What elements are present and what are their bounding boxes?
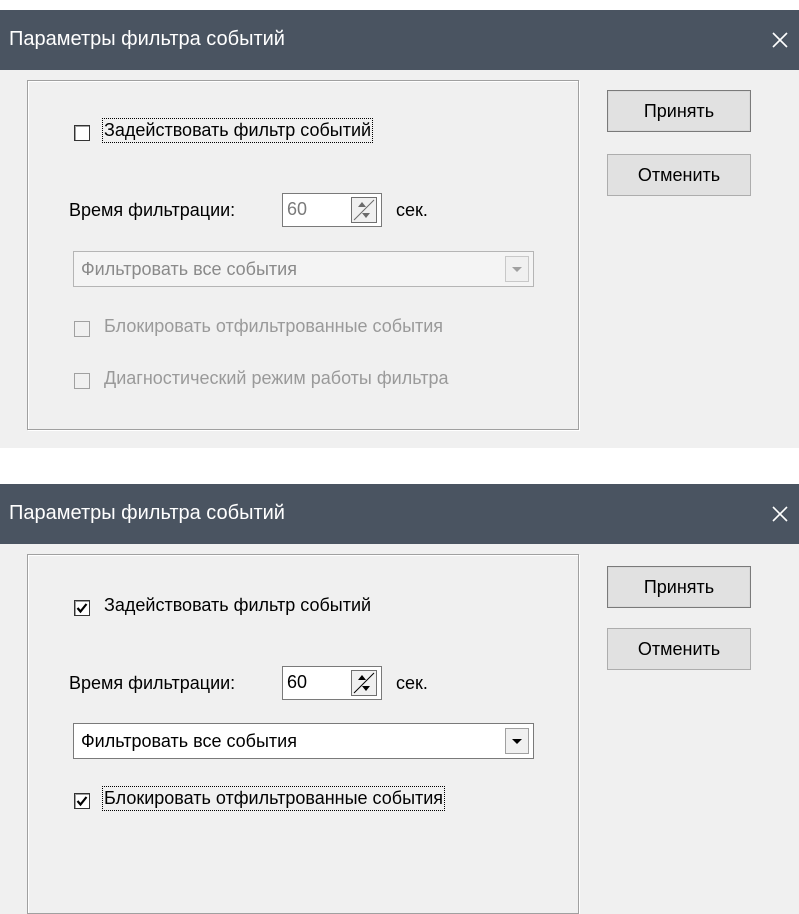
close-icon[interactable] — [761, 22, 799, 58]
close-icon[interactable] — [761, 496, 799, 532]
enable-filter-checkbox[interactable] — [74, 600, 90, 616]
block-filtered-label[interactable]: Блокировать отфильтрованные события — [101, 786, 446, 811]
dialog-title: Параметры фильтра событий — [9, 502, 285, 524]
filter-mode-value: Фильтровать все события — [81, 731, 297, 751]
filter-time-label: Время фильтрации: — [69, 673, 236, 693]
enable-filter-label[interactable]: Задействовать фильтр событий — [101, 118, 374, 143]
dialog-title: Параметры фильтра событий — [9, 28, 285, 50]
filter-time-value: 60 — [287, 199, 308, 219]
diagnostic-mode-checkbox[interactable] — [74, 373, 90, 389]
check-icon — [76, 603, 88, 614]
filter-time-value: 60 — [287, 672, 308, 692]
spin-arrows-icon[interactable] — [351, 197, 377, 223]
accept-button[interactable]: Принять — [607, 90, 751, 132]
filter-mode-select[interactable]: Фильтровать все события — [73, 723, 534, 759]
dropdown-arrow-icon[interactable] — [505, 728, 529, 754]
filter-mode-select[interactable]: Фильтровать все события — [73, 251, 534, 287]
accept-button[interactable]: Принять — [607, 566, 751, 608]
check-icon — [76, 796, 88, 807]
enable-filter-label[interactable]: Задействовать фильтр событий — [104, 595, 371, 616]
enable-filter-checkbox[interactable] — [74, 125, 90, 141]
cancel-button[interactable]: Отменить — [607, 628, 751, 670]
title-bar: Параметры фильтра событий — [0, 10, 799, 70]
filter-time-unit: сек. — [396, 200, 428, 220]
filter-time-unit: сек. — [396, 673, 428, 693]
block-filtered-checkbox[interactable] — [74, 321, 90, 337]
diagnostic-mode-label: Диагностический режим работы фильтра — [104, 368, 449, 388]
filter-settings-dialog-enabled: Параметры фильтра событий Задействовать … — [0, 484, 799, 914]
block-filtered-checkbox[interactable] — [74, 793, 90, 809]
filter-settings-dialog-disabled: Параметры фильтра событий Задействовать … — [0, 10, 799, 448]
filter-mode-value: Фильтровать все события — [81, 259, 297, 279]
dropdown-arrow-icon[interactable] — [505, 256, 529, 282]
spin-arrows-icon[interactable] — [351, 670, 377, 696]
title-bar: Параметры фильтра событий — [0, 484, 799, 544]
filter-time-spinner[interactable]: 60 — [282, 193, 382, 227]
filter-time-label: Время фильтрации: — [69, 200, 236, 220]
cancel-button[interactable]: Отменить — [607, 154, 751, 196]
block-filtered-label: Блокировать отфильтрованные события — [104, 316, 444, 336]
filter-time-spinner[interactable]: 60 — [282, 666, 382, 700]
